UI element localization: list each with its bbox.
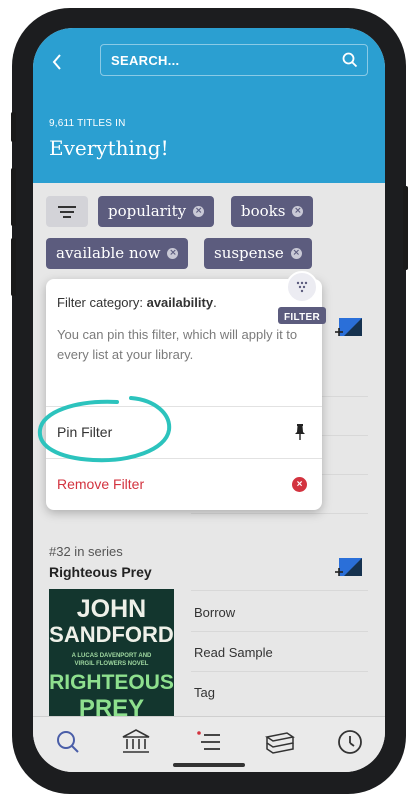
cover-tagline-1: A LUCAS DAVENPORT AND — [71, 653, 152, 659]
filter-chip-available-now[interactable]: available now × — [46, 238, 189, 269]
filter-menu-button[interactable] — [46, 196, 88, 227]
side-button-left-mid — [11, 168, 16, 226]
chip-remove-icon[interactable]: × — [193, 205, 205, 217]
chip-remove-icon[interactable]: × — [167, 247, 179, 259]
list-divider — [191, 590, 368, 591]
collection-title: Everything! — [49, 136, 169, 160]
app-header: SEARCH... 9,611 TITLES IN Everything! — [33, 28, 385, 183]
pin-description: You can pin this filter, which will appl… — [57, 327, 298, 362]
list-divider — [191, 631, 368, 632]
cover-author-last: SANDFORD — [49, 622, 174, 647]
side-button-right — [403, 186, 408, 270]
chip-remove-icon[interactable]: × — [292, 205, 304, 217]
remove-filter-label: Remove Filter — [57, 476, 145, 492]
search-icon[interactable] — [341, 51, 359, 69]
cover-title-1: RIGHTEOUS — [49, 671, 174, 694]
books-shelf-icon[interactable] — [263, 725, 297, 759]
search-placeholder: SEARCH... — [111, 53, 180, 68]
book-title[interactable]: Righteous Prey — [49, 564, 152, 580]
library-icon[interactable] — [119, 725, 153, 759]
search-icon[interactable] — [51, 725, 85, 759]
filter-chip-popularity[interactable]: popularity × — [98, 196, 215, 227]
pin-filter-row[interactable]: Pin Filter — [46, 407, 322, 458]
filter-lines-icon — [58, 206, 76, 208]
add-to-list-icon[interactable] — [334, 316, 364, 340]
read-sample-button[interactable]: Read Sample — [194, 645, 273, 660]
list-divider — [191, 513, 368, 514]
close-circle-icon: × — [292, 477, 307, 492]
home-indicator — [173, 763, 245, 767]
chevron-left-icon — [52, 54, 61, 70]
pin-filter-label: Pin Filter — [57, 424, 113, 440]
filter-category-text: Filter category: availability. — [57, 295, 217, 310]
list-divider — [191, 671, 368, 672]
filter-chip-suspense[interactable]: suspense × — [204, 238, 312, 269]
add-to-list-icon[interactable] — [334, 556, 364, 580]
filter-chip-books[interactable]: books × — [231, 196, 314, 227]
back-button[interactable] — [47, 46, 69, 76]
chip-remove-icon[interactable]: × — [290, 247, 302, 259]
cover-tagline-2: VIRGIL FLOWERS NOVEL — [74, 661, 149, 667]
side-button-left-top — [11, 112, 16, 142]
borrow-button[interactable]: Borrow — [194, 605, 235, 620]
book-cover[interactable]: JOHN SANDFORD A LUCAS DAVENPORT AND VIRG… — [49, 589, 174, 729]
side-button-left-bottom — [11, 238, 16, 296]
cover-author-first: JOHN — [76, 595, 147, 623]
series-number: #32 in series — [49, 544, 123, 559]
filter-badge-label: FILTER — [283, 312, 321, 323]
menu-list-icon[interactable] — [192, 725, 226, 759]
titles-count: 9,611 TITLES IN — [49, 118, 126, 129]
search-input[interactable]: SEARCH... — [100, 44, 368, 76]
app-screen: SEARCH... 9,611 TITLES IN Everything! po… — [33, 28, 385, 772]
tag-button[interactable]: Tag — [194, 685, 215, 700]
clock-icon[interactable] — [333, 725, 367, 759]
pushpin-icon — [295, 424, 305, 440]
remove-filter-row[interactable]: Remove Filter × — [46, 459, 322, 510]
